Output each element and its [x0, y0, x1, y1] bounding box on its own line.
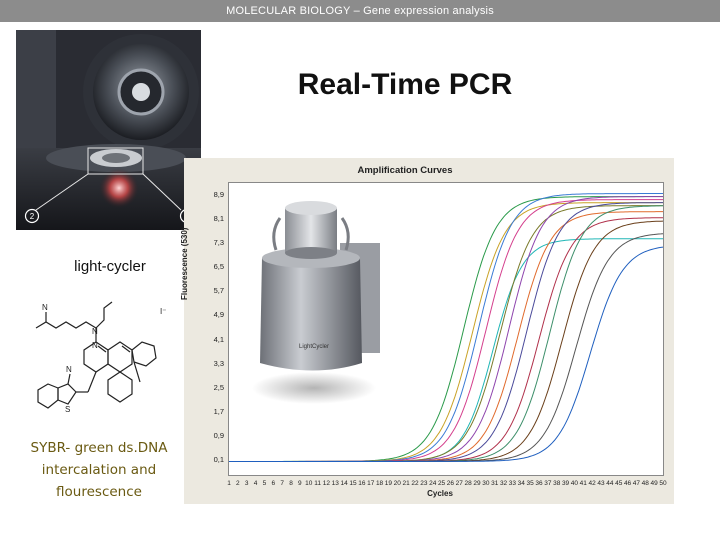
x-tick-label: 40 [570, 480, 579, 487]
x-tick-label: 16 [358, 480, 366, 487]
x-tick-label: 23 [420, 480, 428, 487]
x-tick-label: 37 [544, 480, 552, 487]
x-tick-label: 50 [659, 480, 667, 487]
x-tick-label: 34 [517, 480, 525, 487]
x-tick-label: 24 [429, 480, 437, 487]
x-tick-label: 1 [227, 480, 231, 487]
x-tick-label: 36 [535, 480, 543, 487]
x-tick-label: 49 [650, 480, 658, 487]
x-tick-label: 27 [455, 480, 463, 487]
x-tick-label: 22 [411, 480, 419, 487]
sybr-green-structure-diagram: N N N N S I⁻ [35, 301, 166, 414]
y-tick-label: 4,1 [213, 334, 224, 344]
x-tick-label: 45 [615, 480, 623, 487]
x-tick-label: 39 [561, 480, 570, 487]
x-tick-label: 38 [553, 480, 561, 487]
x-tick-label: 13 [331, 480, 339, 487]
svg-text:N: N [66, 365, 72, 374]
x-tick-label: 10 [305, 480, 313, 487]
x-axis-label: Cycles [427, 489, 453, 498]
x-tick-label: 11 [314, 480, 321, 487]
y-axis-label: Fluorescence (530) [180, 227, 189, 300]
x-tick-label: 42 [588, 480, 596, 487]
x-tick-label: 2 [236, 480, 240, 487]
x-tick-label: 17 [367, 480, 375, 487]
y-tick-label: 7,3 [213, 238, 224, 248]
x-tick-label: 21 [402, 480, 410, 487]
x-tick-label: 26 [446, 480, 455, 487]
y-tick-label: 3,3 [213, 358, 224, 368]
svg-text:N: N [92, 341, 98, 350]
slide-title: Real-Time PCR [297, 68, 513, 101]
y-tick-label: 8,9 [213, 190, 224, 200]
x-tick-label: 12 [322, 480, 331, 487]
y-tick-label: 8,1 [213, 214, 224, 224]
svg-text:S: S [65, 405, 70, 414]
x-tick-label: 19 [384, 480, 393, 487]
x-tick-label: 29 [473, 480, 481, 487]
svg-text:N: N [42, 303, 48, 312]
x-tick-label: 14 [340, 480, 348, 487]
lightcycler-caption: light-cycler [74, 258, 146, 275]
svg-text:I⁻: I⁻ [160, 307, 166, 316]
y-tick-label: 4,9 [213, 310, 224, 320]
lightcycler-photo-drawing: 2 1 [16, 30, 201, 230]
x-tick-label: 18 [375, 480, 384, 487]
x-tick-label: 8 [289, 480, 293, 487]
y-tick-label: 5,7 [213, 286, 224, 296]
svg-text:N: N [92, 327, 98, 336]
x-tick-label: 30 [482, 480, 490, 487]
x-tick-label: 15 [349, 480, 357, 487]
lightcycler-photo: 2 1 [16, 30, 201, 230]
x-tick-label: 33 [508, 480, 517, 487]
lightcycler-device-image: LightCycler [240, 188, 388, 413]
x-tick-label: 5 [262, 480, 267, 487]
y-tick-label: 2,5 [213, 382, 224, 392]
x-tick-label: 41 [579, 480, 587, 487]
slide-header: MOLECULAR BIOLOGY – Gene expression anal… [0, 0, 720, 22]
x-tick-label: 46 [623, 480, 632, 487]
x-tick-label: 35 [526, 480, 534, 487]
x-tick-label: 25 [437, 480, 446, 487]
x-tick-label: 31 [491, 480, 499, 487]
y-tick-label: 0,1 [213, 454, 224, 464]
x-tick-label: 32 [499, 480, 508, 487]
y-tick-label: 6,5 [213, 262, 224, 272]
chart-title: Amplification Curves [357, 165, 453, 176]
callout-2: 2 [30, 212, 35, 221]
x-tick-label: 3 [244, 480, 249, 487]
x-tick-label: 7 [280, 480, 284, 487]
x-tick-label: 20 [393, 480, 401, 487]
device-label: LightCycler [299, 344, 329, 350]
x-tick-label: 6 [271, 480, 276, 487]
y-tick-label: 1,7 [213, 406, 224, 416]
x-tick-label: 4 [253, 480, 258, 487]
sybr-caption: SYBR- green ds.DNA intercalation and flo… [30, 440, 168, 500]
x-tick-label: 44 [606, 480, 614, 487]
x-tick-label: 9 [298, 480, 302, 487]
y-tick-label: 0,9 [213, 430, 224, 440]
x-tick-label: 43 [597, 480, 605, 487]
x-tick-label: 47 [632, 480, 641, 487]
x-tick-label: 48 [641, 480, 649, 487]
x-tick-label: 28 [464, 480, 472, 487]
